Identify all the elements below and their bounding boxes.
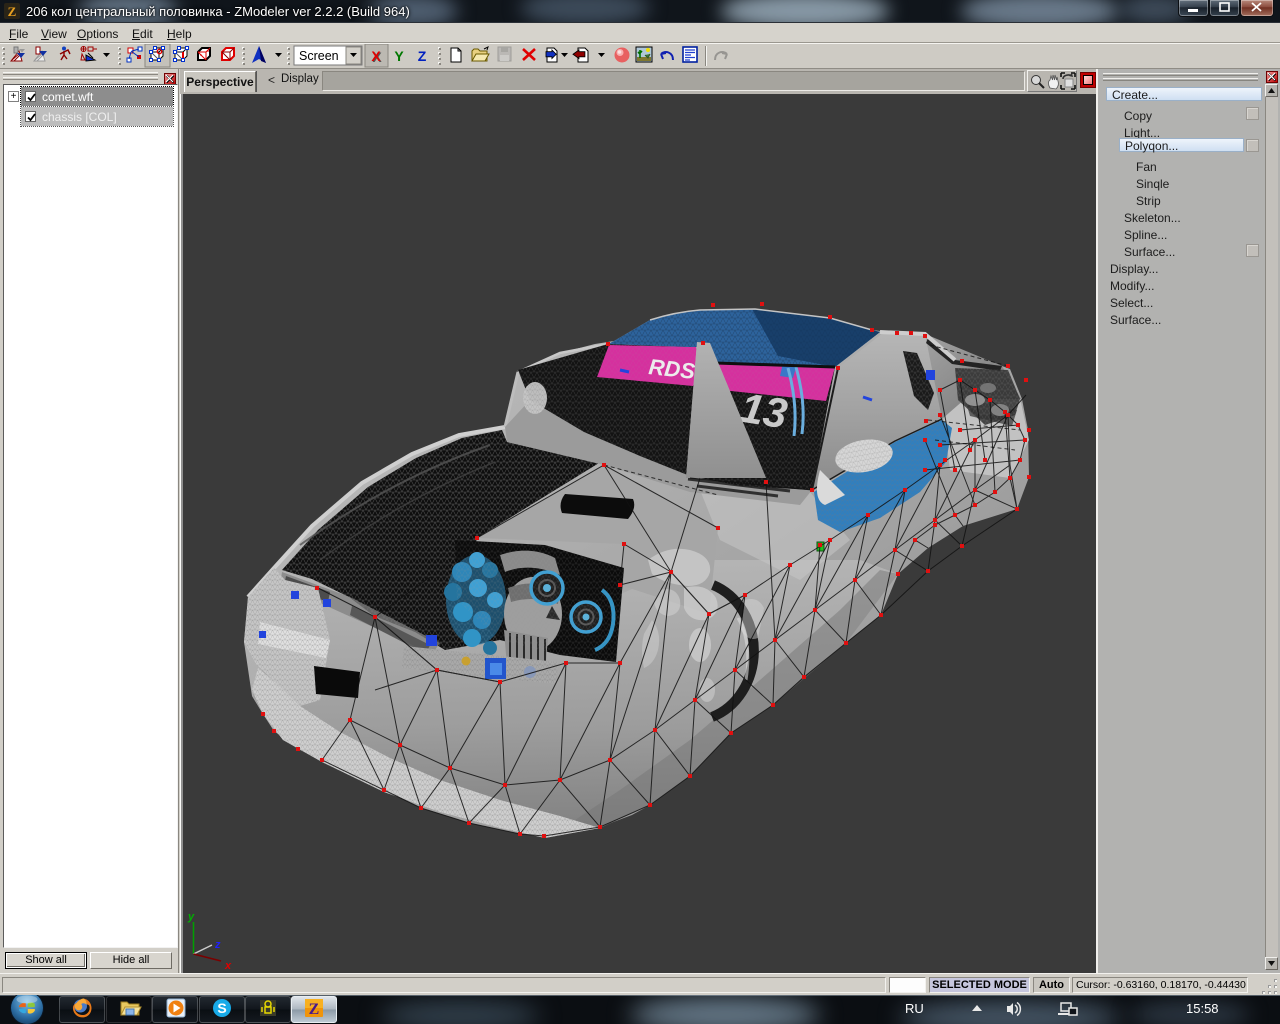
svg-text:y: y [187, 911, 195, 923]
svg-text:X: X [371, 48, 381, 64]
svg-text:RDS: RDS [647, 354, 696, 384]
svg-text:RU: RU [905, 1001, 924, 1016]
svg-text:Y: Y [394, 48, 404, 64]
svg-text:z: z [214, 939, 221, 951]
svg-text:15:58: 15:58 [1186, 1001, 1219, 1016]
svg-text:S: S [217, 1000, 226, 1016]
svg-text:Screen: Screen [299, 49, 339, 63]
svg-text:x: x [224, 960, 232, 972]
svg-text:Z: Z [418, 48, 427, 64]
svg-text:Z: Z [309, 1001, 320, 1018]
svg-text:Z: Z [8, 4, 17, 19]
